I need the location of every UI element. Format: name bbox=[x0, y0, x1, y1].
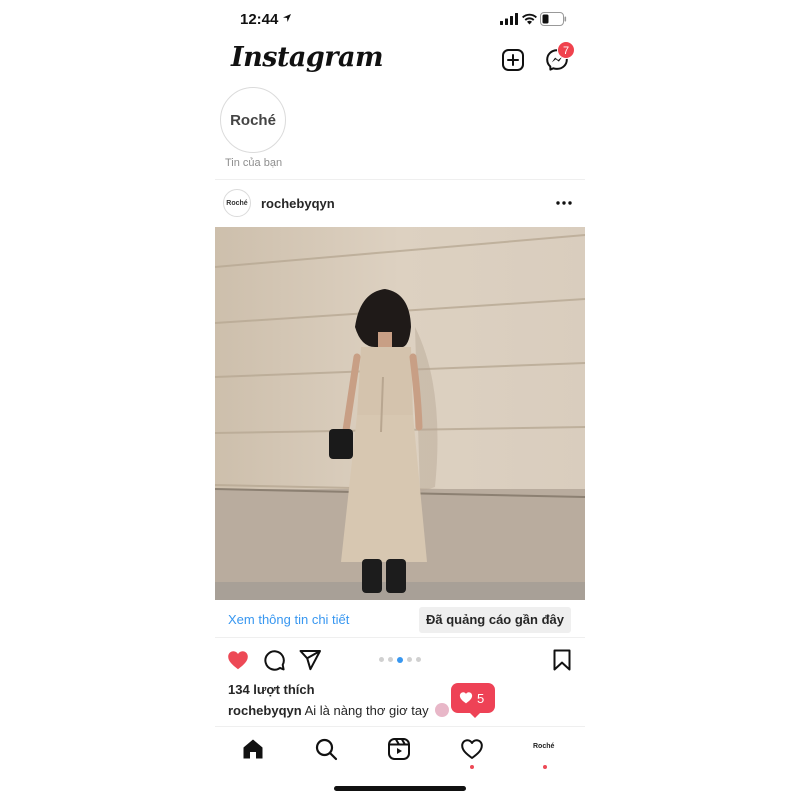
activity-indicator-dot bbox=[470, 765, 474, 769]
search-icon[interactable] bbox=[314, 737, 338, 761]
carousel-dot bbox=[416, 657, 421, 662]
more-icon[interactable] bbox=[555, 194, 573, 212]
heart-outline-icon[interactable] bbox=[460, 737, 484, 761]
profile-tab[interactable]: Roché bbox=[533, 743, 554, 750]
story-avatar-logo: Roché bbox=[230, 111, 276, 129]
carousel-dot bbox=[407, 657, 412, 662]
home-indicator[interactable] bbox=[334, 786, 466, 791]
like-count[interactable]: 134 lượt thích bbox=[228, 682, 315, 697]
post-header: Roché rochebyqyn bbox=[215, 182, 585, 226]
recently-advertised-label[interactable]: Đã quảng cáo gần đây bbox=[419, 607, 571, 633]
cta-row: Xem thông tin chi tiết Đã quảng cáo gần … bbox=[215, 602, 585, 638]
reels-icon[interactable] bbox=[387, 737, 411, 761]
carousel-dot-active bbox=[397, 656, 403, 663]
own-story-caption: Tin của bạn bbox=[225, 157, 283, 169]
post-caption: rochebyqyn Ai là nàng thơ giơ tay bbox=[228, 703, 450, 718]
carousel-dot bbox=[379, 657, 384, 662]
activity-notification-bubble[interactable]: 5 bbox=[451, 683, 495, 718]
post-username[interactable]: rochebyqyn bbox=[261, 196, 335, 211]
carousel-dot bbox=[388, 657, 393, 662]
battery-icon bbox=[540, 12, 567, 26]
status-time: 12:44 bbox=[240, 11, 279, 28]
messenger-badge: 7 bbox=[557, 41, 575, 59]
app-header: Instagram 7 bbox=[215, 40, 585, 84]
new-post-icon[interactable] bbox=[501, 48, 525, 72]
post-photo-illustration bbox=[215, 227, 585, 600]
signal-icon bbox=[500, 13, 518, 25]
caption-username[interactable]: rochebyqyn bbox=[228, 703, 302, 718]
home-icon[interactable] bbox=[241, 737, 265, 761]
own-story-avatar[interactable]: Roché bbox=[220, 87, 286, 153]
status-bar: 12:44 bbox=[215, 8, 585, 32]
caption-text: Ai là nàng thơ giơ tay bbox=[304, 703, 429, 718]
heart-icon bbox=[459, 692, 473, 704]
post-actions bbox=[215, 645, 585, 675]
post-avatar-logo: Roché bbox=[226, 199, 248, 207]
stories-tray: Roché Tin của bạn bbox=[215, 86, 585, 180]
emoji-icon bbox=[435, 703, 450, 717]
carousel-indicator bbox=[379, 656, 421, 663]
instagram-screen: 12:44 Instagram 7 Roché Tin của bạn Roch… bbox=[215, 0, 585, 800]
heart-filled-icon[interactable] bbox=[226, 648, 250, 672]
post-photo[interactable] bbox=[215, 227, 585, 600]
bookmark-icon[interactable] bbox=[550, 648, 574, 672]
post-avatar[interactable]: Roché bbox=[223, 189, 251, 217]
location-arrow-icon bbox=[283, 14, 291, 22]
comment-icon[interactable] bbox=[262, 648, 286, 672]
view-details-link[interactable]: Xem thông tin chi tiết bbox=[228, 612, 349, 627]
notification-count: 5 bbox=[477, 691, 485, 706]
instagram-logo: Instagram bbox=[231, 42, 384, 73]
share-icon[interactable] bbox=[298, 648, 322, 672]
wifi-icon bbox=[522, 13, 537, 25]
bottom-tab-bar: Roché bbox=[215, 726, 585, 776]
profile-indicator-dot bbox=[543, 765, 547, 769]
